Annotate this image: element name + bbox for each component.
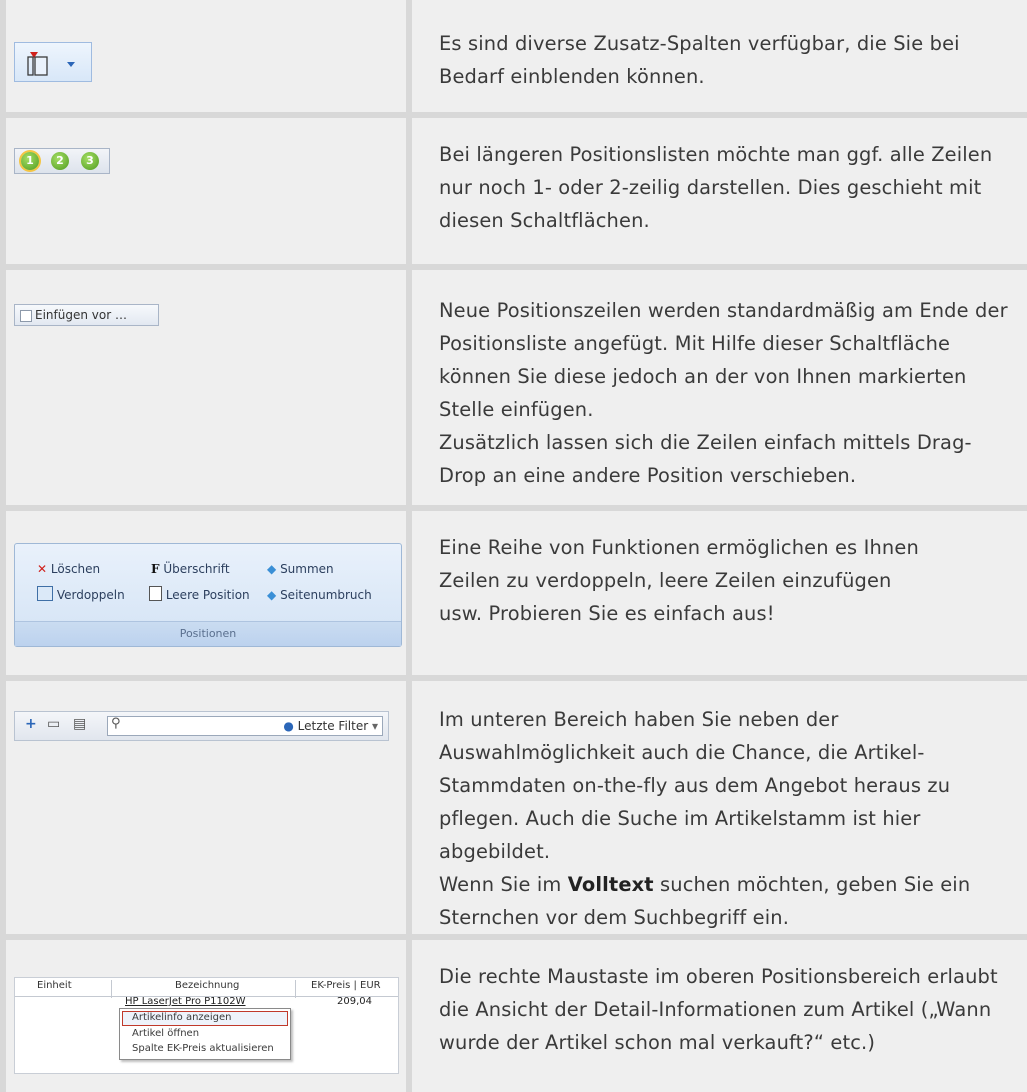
search-icon: ⚲ — [111, 716, 121, 731]
description-text: Eine Reihe von Funktionen ermöglichen es… — [439, 536, 919, 625]
col-name-header: Bezeichnung — [175, 980, 240, 991]
item-price: 209,04 — [337, 996, 372, 1007]
search-input[interactable]: ⚲ ● Letzte Filter ▾ — [107, 716, 383, 736]
description-text: Die rechte Maustaste im oberen Positions… — [439, 965, 998, 1054]
columns-icon — [27, 52, 75, 76]
insert-before-button[interactable]: Einfügen vor … — [14, 304, 159, 326]
col-price-header: EK-Preis | EUR — [311, 980, 381, 991]
line-count-toolbar: 1 2 3 — [14, 148, 110, 174]
article-toolbar: + ▭ ▤ ⚲ ● Letzte Filter ▾ — [14, 711, 389, 741]
description-text: Neue Positionszeilen werden standardmäßi… — [439, 299, 1008, 421]
screenshot-cell: 1 2 3 — [6, 118, 406, 264]
table-row: 1 2 3 Bei längeren Positionslisten möcht… — [6, 118, 1027, 264]
description-text: Es sind diverse Zusatz-Spalten verfügbar… — [439, 32, 960, 88]
duplicate-button[interactable]: Verdoppeln — [37, 586, 125, 604]
add-icon[interactable]: + — [25, 716, 37, 732]
description-cell: Es sind diverse Zusatz-Spalten verfügbar… — [412, 0, 1027, 112]
delete-icon: ✕ — [37, 562, 48, 576]
description-text: Bei längeren Positionslisten möchte man … — [439, 143, 993, 232]
heading-icon: F — [151, 562, 160, 576]
screenshot-cell: Einheit Bezeichnung EK-Preis | EUR HP La… — [6, 940, 406, 1092]
description-text-2: Zusätzlich lassen sich die Zeilen einfac… — [439, 431, 972, 487]
column-chooser-button[interactable] — [14, 42, 92, 82]
folder-icon[interactable]: ▭ — [47, 716, 60, 732]
info-icon: ● — [283, 719, 294, 733]
screenshot-cell: + ▭ ▤ ⚲ ● Letzte Filter ▾ — [6, 681, 406, 934]
col-unit-header: Einheit — [37, 980, 72, 991]
heading-button[interactable]: F Überschrift — [151, 560, 230, 578]
description-cell: Bei längeren Positionslisten möchte man … — [412, 118, 1027, 264]
empty-position-button[interactable]: Leere Position — [149, 586, 250, 604]
page-icon — [149, 586, 162, 601]
description-text: Im unteren Bereich haben Sie neben der A… — [439, 708, 951, 863]
screenshot-cell: Einfügen vor … — [6, 270, 406, 505]
delete-button[interactable]: ✕ Löschen — [37, 560, 100, 578]
description-cell: Neue Positionszeilen werden standardmäßi… — [412, 270, 1027, 505]
two-line-button[interactable]: 2 — [51, 152, 69, 170]
insert-before-label: Einfügen vor … — [35, 308, 127, 322]
menu-item-show-info[interactable]: Artikelinfo anzeigen — [132, 1011, 231, 1025]
table-row: Es sind diverse Zusatz-Spalten verfügbar… — [6, 0, 1027, 112]
list-icon[interactable]: ▤ — [73, 716, 86, 732]
screenshot-cell: ✕ Löschen F Überschrift ◆ Summen Verdopp… — [6, 511, 406, 675]
one-line-button[interactable]: 1 — [21, 152, 39, 170]
checkbox-icon — [20, 310, 32, 322]
stack-icon: ◆ — [267, 588, 277, 602]
description-cell: Im unteren Bereich haben Sie neben der A… — [412, 681, 1027, 934]
table-row: + ▭ ▤ ⚲ ● Letzte Filter ▾ Im unteren Ber… — [6, 681, 1027, 934]
ribbon-group-label: Positionen — [15, 621, 401, 646]
table-header: Einheit Bezeichnung EK-Preis | EUR — [15, 978, 398, 998]
table-row: Einheit Bezeichnung EK-Preis | EUR HP La… — [6, 940, 1027, 1092]
page-break-button[interactable]: ◆ Seitenumbruch — [267, 586, 372, 604]
chevron-down-icon: ▾ — [371, 719, 378, 733]
duplicate-icon — [37, 586, 53, 601]
last-filter-dropdown[interactable]: ● Letzte Filter ▾ — [283, 718, 378, 734]
description-text-2: Wenn Sie im Volltext suchen möchten, geb… — [439, 873, 971, 929]
context-menu: Artikelinfo anzeigen Artikel öffnen Spal… — [119, 1008, 291, 1060]
positions-table: Einheit Bezeichnung EK-Preis | EUR HP La… — [14, 977, 399, 1074]
positions-ribbon-group: ✕ Löschen F Überschrift ◆ Summen Verdopp… — [14, 543, 402, 647]
fulltext-keyword: Volltext — [567, 873, 654, 896]
sums-button[interactable]: ◆ Summen — [267, 560, 334, 578]
item-name[interactable]: HP LaserJet Pro P1102W — [125, 996, 246, 1007]
three-line-button[interactable]: 3 — [81, 152, 99, 170]
manual-table: Es sind diverse Zusatz-Spalten verfügbar… — [0, 0, 1027, 1092]
menu-item-open-article[interactable]: Artikel öffnen — [132, 1027, 199, 1041]
menu-item-update-price[interactable]: Spalte EK-Preis aktualisieren — [132, 1042, 274, 1056]
table-row: Einfügen vor … Neue Positionszeilen werd… — [6, 270, 1027, 505]
description-cell: Eine Reihe von Funktionen ermöglichen es… — [412, 511, 1027, 675]
stack-icon: ◆ — [267, 562, 277, 576]
table-row: ✕ Löschen F Überschrift ◆ Summen Verdopp… — [6, 511, 1027, 675]
description-cell: Die rechte Maustaste im oberen Positions… — [412, 940, 1027, 1092]
screenshot-cell — [6, 0, 406, 112]
